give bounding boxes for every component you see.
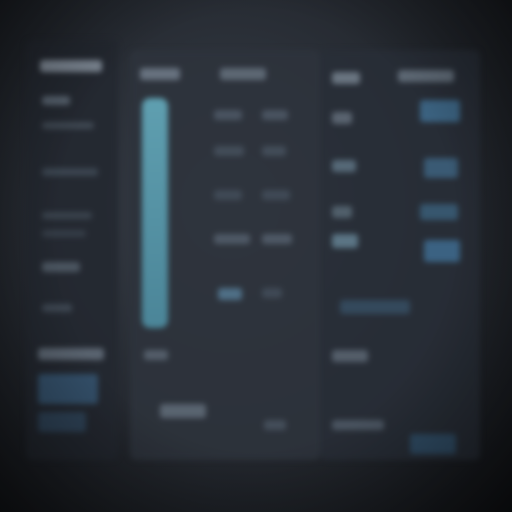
- sidebar-item[interactable]: [42, 262, 80, 272]
- right-footer-label: [332, 350, 368, 362]
- progress-bar: [340, 300, 410, 314]
- list-item-dot[interactable]: [332, 234, 358, 248]
- status-badge: [424, 158, 458, 178]
- status-badge: [420, 100, 460, 122]
- table-cell: [214, 234, 250, 244]
- sidebar-item[interactable]: [42, 96, 70, 105]
- sidebar: [26, 40, 118, 460]
- main-header: [220, 68, 266, 80]
- table-cell: [262, 110, 288, 120]
- right-header: [332, 72, 360, 84]
- main-header: [140, 68, 180, 80]
- list-item-dot[interactable]: [332, 160, 356, 172]
- sidebar-section-label: [38, 348, 104, 360]
- sidebar-item[interactable]: [42, 168, 98, 176]
- right-panel: [320, 50, 480, 460]
- sidebar-item[interactable]: [42, 230, 86, 237]
- table-cell: [262, 234, 292, 244]
- sidebar-item[interactable]: [38, 412, 86, 432]
- right-header: [398, 70, 454, 82]
- sidebar-item[interactable]: [42, 212, 92, 219]
- table-cell: [262, 146, 286, 156]
- main-panel: [130, 50, 320, 460]
- status-badge: [424, 240, 460, 262]
- footer-button[interactable]: [160, 404, 206, 418]
- table-cell: [214, 190, 242, 200]
- action-button[interactable]: [410, 434, 456, 454]
- list-item-dot[interactable]: [332, 206, 352, 218]
- table-cell: [262, 288, 282, 298]
- highlighted-column[interactable]: [142, 98, 168, 328]
- footer-item: [264, 420, 286, 430]
- table-cell-highlight: [218, 288, 242, 300]
- list-item-dot[interactable]: [332, 112, 352, 124]
- blurred-ui: [0, 0, 512, 512]
- table-cell: [214, 146, 244, 156]
- sidebar-item[interactable]: [42, 122, 94, 129]
- sidebar-item-active[interactable]: [38, 374, 98, 404]
- table-cell: [214, 110, 242, 120]
- sidebar-title: [40, 60, 102, 72]
- footer-label: [144, 350, 168, 360]
- right-footer-item: [332, 420, 384, 430]
- sidebar-item[interactable]: [42, 304, 72, 312]
- blurred-app-screenshot: [0, 0, 512, 512]
- status-badge: [420, 204, 458, 220]
- table-cell: [262, 190, 290, 200]
